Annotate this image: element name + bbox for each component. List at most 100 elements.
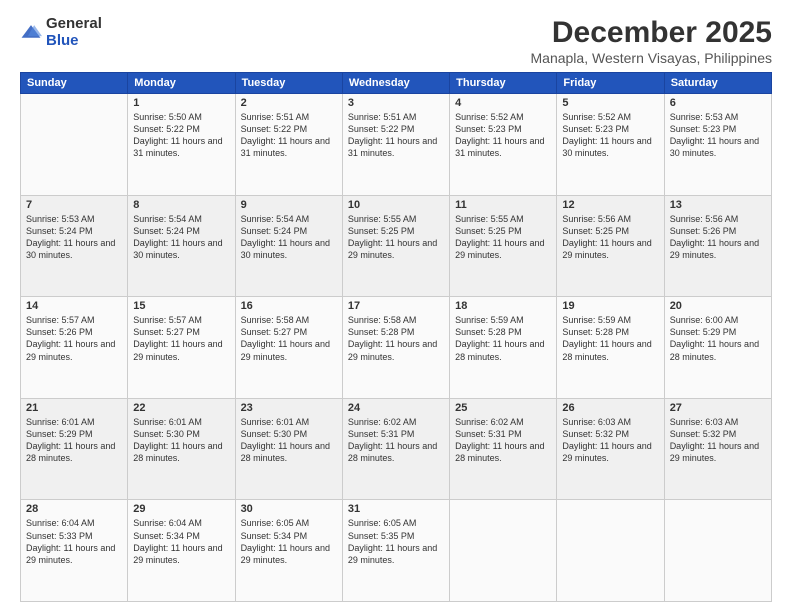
calendar-cell-4-3: 31 Sunrise: 6:05 AMSunset: 5:35 PMDayligh… bbox=[342, 500, 449, 602]
day-number: 19 bbox=[562, 300, 658, 312]
cell-info: Sunrise: 6:03 AMSunset: 5:32 PMDaylight:… bbox=[562, 416, 658, 465]
calendar-cell-4-5 bbox=[557, 500, 664, 602]
day-number: 5 bbox=[562, 97, 658, 109]
calendar-cell-4-2: 30 Sunrise: 6:05 AMSunset: 5:34 PMDayligh… bbox=[235, 500, 342, 602]
calendar-week-3: 21 Sunrise: 6:01 AMSunset: 5:29 PMDayligh… bbox=[21, 398, 772, 500]
cell-info: Sunrise: 5:56 AMSunset: 5:25 PMDaylight:… bbox=[562, 213, 658, 262]
calendar-week-1: 7 Sunrise: 5:53 AMSunset: 5:24 PMDaylight… bbox=[21, 195, 772, 297]
calendar-header-friday: Friday bbox=[557, 73, 664, 94]
day-number: 24 bbox=[348, 402, 444, 414]
cell-info: Sunrise: 5:50 AMSunset: 5:22 PMDaylight:… bbox=[133, 111, 229, 160]
calendar-header-thursday: Thursday bbox=[450, 73, 557, 94]
calendar-cell-0-0 bbox=[21, 94, 128, 196]
cell-info: Sunrise: 5:55 AMSunset: 5:25 PMDaylight:… bbox=[348, 213, 444, 262]
day-number: 6 bbox=[670, 97, 766, 109]
day-number: 30 bbox=[241, 503, 337, 515]
day-number: 12 bbox=[562, 199, 658, 211]
title-block: December 2025 Manapla, Western Visayas, … bbox=[531, 16, 773, 66]
cell-info: Sunrise: 5:54 AMSunset: 5:24 PMDaylight:… bbox=[241, 213, 337, 262]
day-number: 16 bbox=[241, 300, 337, 312]
calendar-cell-3-4: 25 Sunrise: 6:02 AMSunset: 5:31 PMDayligh… bbox=[450, 398, 557, 500]
cell-info: Sunrise: 6:01 AMSunset: 5:30 PMDaylight:… bbox=[133, 416, 229, 465]
day-number: 18 bbox=[455, 300, 551, 312]
calendar-cell-1-1: 8 Sunrise: 5:54 AMSunset: 5:24 PMDaylight… bbox=[128, 195, 235, 297]
calendar-cell-0-2: 2 Sunrise: 5:51 AMSunset: 5:22 PMDaylight… bbox=[235, 94, 342, 196]
calendar-cell-1-2: 9 Sunrise: 5:54 AMSunset: 5:24 PMDaylight… bbox=[235, 195, 342, 297]
cell-info: Sunrise: 6:02 AMSunset: 5:31 PMDaylight:… bbox=[455, 416, 551, 465]
day-number: 13 bbox=[670, 199, 766, 211]
day-number: 31 bbox=[348, 503, 444, 515]
calendar-header-saturday: Saturday bbox=[664, 73, 771, 94]
calendar-header-tuesday: Tuesday bbox=[235, 73, 342, 94]
calendar-cell-0-5: 5Sunrise: 5:52 AMSunset: 5:23 PMDaylight… bbox=[557, 94, 664, 196]
logo-icon bbox=[20, 22, 42, 44]
day-number: 9 bbox=[241, 199, 337, 211]
cell-info: Sunrise: 5:59 AMSunset: 5:28 PMDaylight:… bbox=[455, 314, 551, 363]
calendar-week-4: 28Sunrise: 6:04 AMSunset: 5:33 PMDayligh… bbox=[21, 500, 772, 602]
cell-info: Sunrise: 5:54 AMSunset: 5:24 PMDaylight:… bbox=[133, 213, 229, 262]
cell-info: Sunrise: 5:52 AMSunset: 5:23 PMDaylight:… bbox=[455, 111, 551, 160]
calendar-cell-2-5: 19 Sunrise: 5:59 AMSunset: 5:28 PMDayligh… bbox=[557, 297, 664, 399]
cell-info: Sunrise: 5:58 AMSunset: 5:28 PMDaylight:… bbox=[348, 314, 444, 363]
logo-text: General Blue bbox=[46, 16, 102, 49]
day-number: 3 bbox=[348, 97, 444, 109]
calendar-cell-4-0: 28Sunrise: 6:04 AMSunset: 5:33 PMDayligh… bbox=[21, 500, 128, 602]
calendar-cell-4-1: 29Sunrise: 6:04 AMSunset: 5:34 PMDayligh… bbox=[128, 500, 235, 602]
day-number: 25 bbox=[455, 402, 551, 414]
calendar-week-0: 1 Sunrise: 5:50 AMSunset: 5:22 PMDaylight… bbox=[21, 94, 772, 196]
cell-info: Sunrise: 5:57 AMSunset: 5:27 PMDaylight:… bbox=[133, 314, 229, 363]
day-number: 7 bbox=[26, 199, 122, 211]
calendar-cell-1-0: 7 Sunrise: 5:53 AMSunset: 5:24 PMDaylight… bbox=[21, 195, 128, 297]
cell-info: Sunrise: 6:05 AMSunset: 5:34 PMDaylight:… bbox=[241, 517, 337, 566]
day-number: 14 bbox=[26, 300, 122, 312]
cell-info: Sunrise: 5:57 AMSunset: 5:26 PMDaylight:… bbox=[26, 314, 122, 363]
cell-info: Sunrise: 6:01 AMSunset: 5:29 PMDaylight:… bbox=[26, 416, 122, 465]
logo-blue: Blue bbox=[46, 33, 102, 50]
cell-info: Sunrise: 6:02 AMSunset: 5:31 PMDaylight:… bbox=[348, 416, 444, 465]
cell-info: Sunrise: 5:51 AMSunset: 5:22 PMDaylight:… bbox=[241, 111, 337, 160]
day-number: 2 bbox=[241, 97, 337, 109]
calendar-cell-1-3: 10 Sunrise: 5:55 AMSunset: 5:25 PMDayligh… bbox=[342, 195, 449, 297]
day-number: 21 bbox=[26, 402, 122, 414]
cell-info: Sunrise: 5:53 AMSunset: 5:24 PMDaylight:… bbox=[26, 213, 122, 262]
calendar-header-monday: Monday bbox=[128, 73, 235, 94]
title-month: December 2025 bbox=[531, 16, 773, 50]
cell-info: Sunrise: 5:53 AMSunset: 5:23 PMDaylight:… bbox=[670, 111, 766, 160]
day-number: 1 bbox=[133, 97, 229, 109]
calendar-cell-3-2: 23Sunrise: 6:01 AMSunset: 5:30 PMDayligh… bbox=[235, 398, 342, 500]
calendar-cell-2-1: 15 Sunrise: 5:57 AMSunset: 5:27 PMDayligh… bbox=[128, 297, 235, 399]
calendar-cell-3-5: 26 Sunrise: 6:03 AMSunset: 5:32 PMDayligh… bbox=[557, 398, 664, 500]
calendar-cell-2-3: 17 Sunrise: 5:58 AMSunset: 5:28 PMDayligh… bbox=[342, 297, 449, 399]
logo-general: General bbox=[46, 16, 102, 33]
day-number: 26 bbox=[562, 402, 658, 414]
day-number: 23 bbox=[241, 402, 337, 414]
calendar-cell-1-6: 13Sunrise: 5:56 AMSunset: 5:26 PMDayligh… bbox=[664, 195, 771, 297]
day-number: 8 bbox=[133, 199, 229, 211]
cell-info: Sunrise: 6:03 AMSunset: 5:32 PMDaylight:… bbox=[670, 416, 766, 465]
cell-info: Sunrise: 6:04 AMSunset: 5:34 PMDaylight:… bbox=[133, 517, 229, 566]
calendar-header-sunday: Sunday bbox=[21, 73, 128, 94]
calendar-cell-3-1: 22Sunrise: 6:01 AMSunset: 5:30 PMDayligh… bbox=[128, 398, 235, 500]
cell-info: Sunrise: 5:59 AMSunset: 5:28 PMDaylight:… bbox=[562, 314, 658, 363]
calendar-cell-3-0: 21 Sunrise: 6:01 AMSunset: 5:29 PMDayligh… bbox=[21, 398, 128, 500]
day-number: 10 bbox=[348, 199, 444, 211]
calendar-table: SundayMondayTuesdayWednesdayThursdayFrid… bbox=[20, 72, 772, 602]
cell-info: Sunrise: 6:05 AMSunset: 5:35 PMDaylight:… bbox=[348, 517, 444, 566]
calendar-cell-2-2: 16 Sunrise: 5:58 AMSunset: 5:27 PMDayligh… bbox=[235, 297, 342, 399]
cell-info: Sunrise: 5:51 AMSunset: 5:22 PMDaylight:… bbox=[348, 111, 444, 160]
cell-info: Sunrise: 5:55 AMSunset: 5:25 PMDaylight:… bbox=[455, 213, 551, 262]
calendar-cell-1-4: 11 Sunrise: 5:55 AMSunset: 5:25 PMDayligh… bbox=[450, 195, 557, 297]
day-number: 4 bbox=[455, 97, 551, 109]
calendar-cell-4-4 bbox=[450, 500, 557, 602]
title-location: Manapla, Western Visayas, Philippines bbox=[531, 50, 773, 66]
day-number: 15 bbox=[133, 300, 229, 312]
cell-info: Sunrise: 5:58 AMSunset: 5:27 PMDaylight:… bbox=[241, 314, 337, 363]
calendar-cell-2-6: 20Sunrise: 6:00 AMSunset: 5:29 PMDayligh… bbox=[664, 297, 771, 399]
day-number: 28 bbox=[26, 503, 122, 515]
calendar-cell-0-4: 4 Sunrise: 5:52 AMSunset: 5:23 PMDaylight… bbox=[450, 94, 557, 196]
day-number: 17 bbox=[348, 300, 444, 312]
day-number: 27 bbox=[670, 402, 766, 414]
calendar-cell-3-6: 27 Sunrise: 6:03 AMSunset: 5:32 PMDayligh… bbox=[664, 398, 771, 500]
day-number: 11 bbox=[455, 199, 551, 211]
header: General Blue December 2025 Manapla, West… bbox=[20, 16, 772, 66]
